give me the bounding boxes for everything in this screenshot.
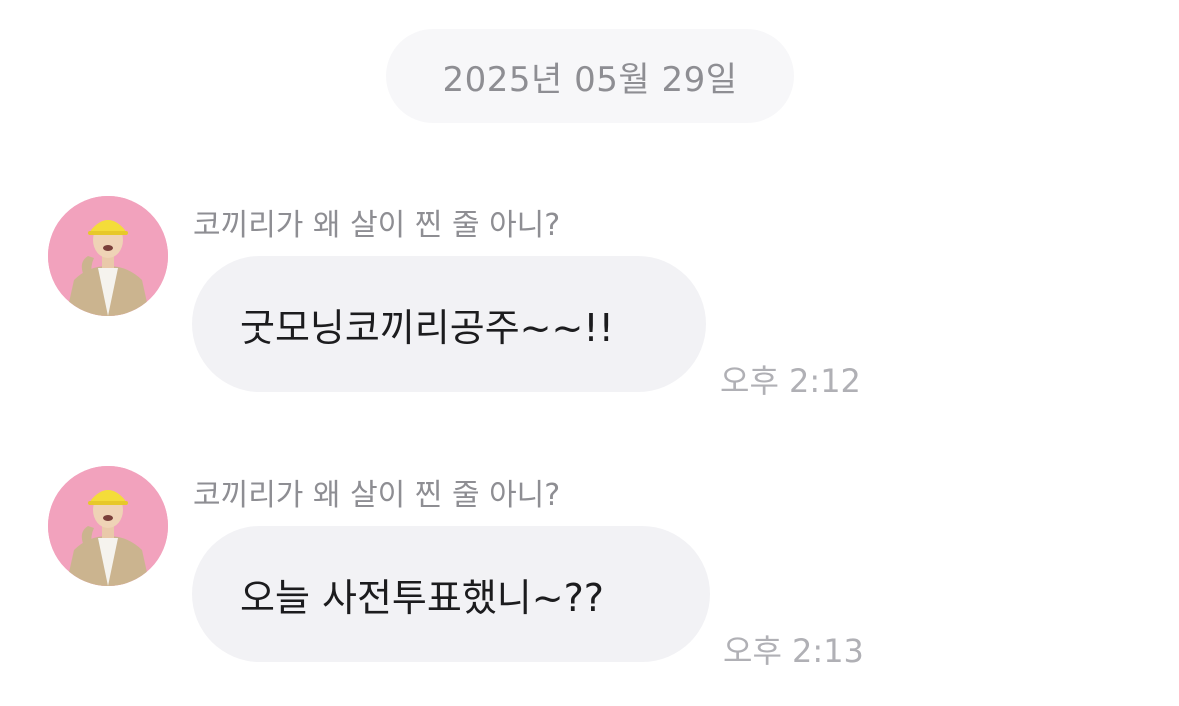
message-time: 오후 2:12 bbox=[720, 362, 861, 400]
message-bubble[interactable]: 굿모닝코끼리공주~~!! bbox=[192, 256, 706, 392]
message-text: 오늘 사전투표했니~?? bbox=[240, 575, 604, 620]
message-time: 오후 2:13 bbox=[723, 632, 864, 670]
message-text: 굿모닝코끼리공주~~!! bbox=[240, 305, 614, 350]
sender-name: 코끼리가 왜 살이 찐 줄 아니? bbox=[193, 478, 561, 513]
sender-avatar[interactable] bbox=[48, 466, 168, 586]
sender-avatar[interactable] bbox=[48, 196, 168, 316]
profile-photo-icon bbox=[48, 466, 168, 586]
chat-message: 코끼리가 왜 살이 찐 줄 아니? 오늘 사전투표했니~?? 오후 2:13 bbox=[0, 466, 1179, 706]
chat-message: 코끼리가 왜 살이 찐 줄 아니? 굿모닝코끼리공주~~!! 오후 2:12 bbox=[0, 196, 1179, 436]
message-bubble[interactable]: 오늘 사전투표했니~?? bbox=[192, 526, 710, 662]
sender-name: 코끼리가 왜 살이 찐 줄 아니? bbox=[193, 208, 561, 243]
date-separator: 2025년 05월 29일 bbox=[386, 29, 794, 123]
profile-photo-icon bbox=[48, 196, 168, 316]
